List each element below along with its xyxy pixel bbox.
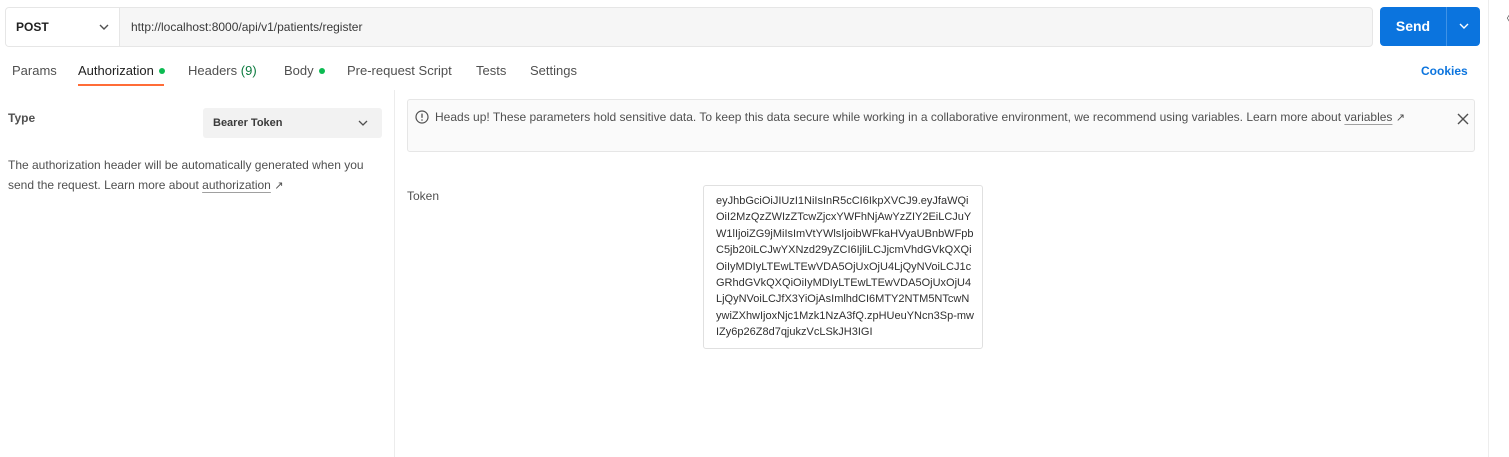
tab-label: Headers — [188, 63, 238, 78]
token-label: Token — [407, 189, 440, 203]
auth-type-value: Bearer Token — [213, 117, 283, 129]
tab-params[interactable]: Params — [12, 62, 57, 80]
token-value[interactable]: eyJhbGciOiJIUzI1NiIsInR5cCI6IkpXVCJ9.eyJ… — [716, 193, 974, 341]
url-input[interactable]: http://localhost:8000/api/v1/patients/re… — [131, 8, 362, 46]
alert-message: Heads up! These parameters hold sensitiv… — [435, 110, 1342, 124]
token-field[interactable]: eyJhbGciOiJIUzI1NiIsInR5cCI6IkpXVCJ9.eyJ… — [703, 185, 983, 349]
auth-description: The authorization header will be automat… — [8, 155, 383, 196]
send-divider — [1446, 7, 1447, 46]
tab-label: Params — [12, 63, 57, 78]
authorization-link[interactable]: authorization — [202, 178, 271, 192]
chevron-down-icon — [358, 120, 368, 126]
cookies-link[interactable]: Cookies — [1421, 62, 1468, 80]
auth-type-label: Type — [8, 111, 36, 125]
external-link-icon: ↗ — [274, 180, 284, 192]
active-tab-indicator — [78, 84, 164, 86]
tab-body[interactable]: Body — [284, 62, 325, 80]
tab-authorization[interactable]: Authorization — [78, 62, 165, 80]
tab-label: Authorization — [78, 63, 154, 78]
tab-settings[interactable]: Settings — [530, 62, 577, 80]
external-link-icon: ↗ — [1395, 112, 1405, 124]
tab-label: Pre-request Script — [347, 63, 452, 78]
chevron-down-icon[interactable] — [1458, 20, 1470, 32]
method-label: POST — [16, 20, 49, 34]
headers-count: (9) — [240, 63, 257, 78]
sensitive-data-alert: Heads up! These parameters hold sensitiv… — [407, 99, 1475, 152]
auth-description-text: The authorization header will be automat… — [8, 158, 364, 192]
alert-text: Heads up! These parameters hold sensitiv… — [435, 107, 1425, 128]
method-select[interactable]: POST — [6, 8, 120, 46]
info-icon — [415, 110, 429, 124]
close-icon[interactable] — [1456, 112, 1470, 126]
send-label: Send — [1395, 18, 1431, 34]
request-bar: POST http://localhost:8000/api/v1/patien… — [5, 7, 1373, 47]
status-dot-icon — [318, 67, 325, 74]
auth-type-select[interactable]: Bearer Token — [203, 108, 382, 138]
chevron-down-icon — [99, 24, 109, 30]
panel-edge — [1488, 0, 1489, 457]
tab-label: Tests — [476, 63, 507, 78]
code-icon[interactable]: 〈 — [1501, 10, 1509, 25]
tab-tests[interactable]: Tests — [476, 62, 506, 80]
tab-pre-request-script[interactable]: Pre-request Script — [347, 62, 452, 80]
tab-label: Body — [284, 63, 314, 78]
variables-link[interactable]: variables — [1344, 110, 1392, 124]
tab-headers[interactable]: Headers (9) — [188, 62, 257, 80]
send-button[interactable]: Send — [1380, 7, 1480, 46]
tab-label: Settings — [530, 63, 577, 78]
pane-divider[interactable] — [394, 90, 395, 457]
status-dot-icon — [158, 67, 165, 74]
